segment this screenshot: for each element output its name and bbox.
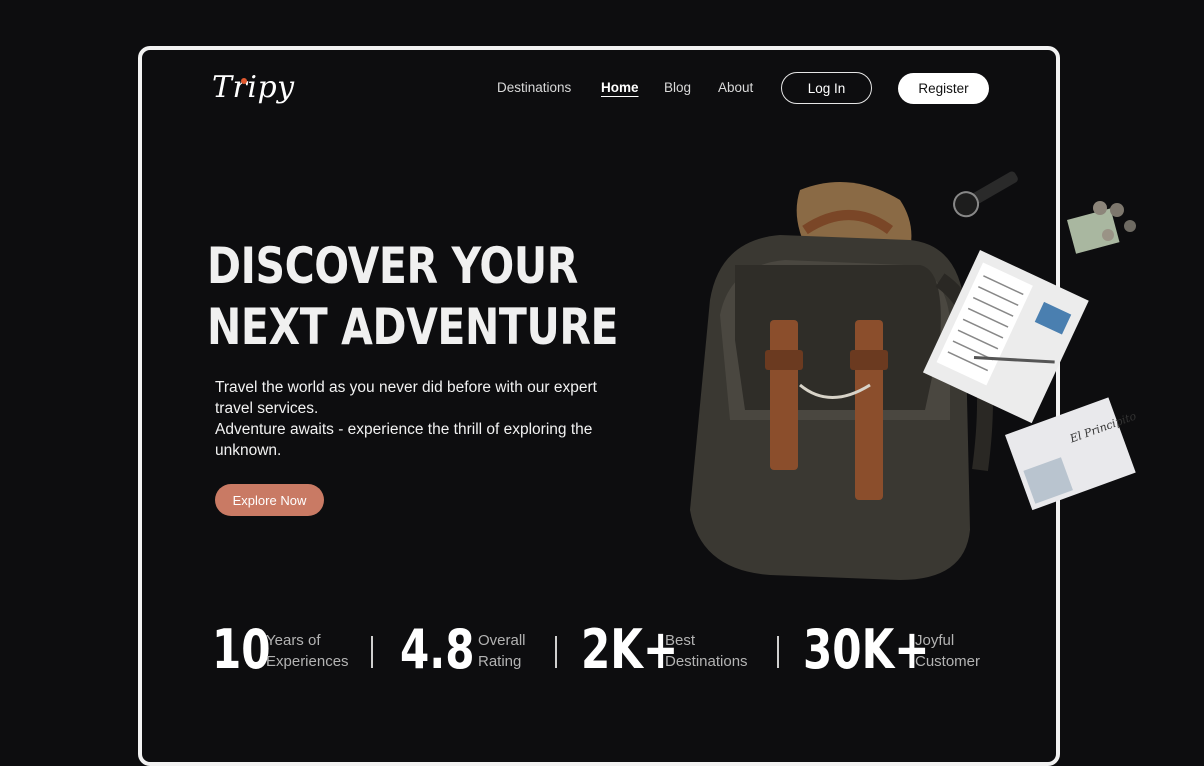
stat-divider (371, 636, 373, 668)
tripy-logo[interactable]: Tripy (212, 70, 295, 105)
stat-destinations-label-line2: Destinations (665, 653, 748, 670)
stat-years-label-line1: Years of (266, 632, 321, 649)
nav-destinations[interactable]: Destinations (497, 80, 571, 95)
stat-rating-value: 4.8 (400, 618, 475, 681)
nav-blog[interactable]: Blog (664, 80, 691, 95)
stat-years-label: Years of Experiences (266, 630, 349, 672)
stat-years-label-line2: Experiences (266, 653, 349, 670)
hero-paragraph-2: Adventure awaits - experience the thrill… (215, 421, 593, 459)
stat-years-value: 10 (212, 618, 271, 681)
nav-about[interactable]: About (718, 80, 753, 95)
login-button[interactable]: Log In (781, 72, 872, 104)
stat-divider (777, 636, 779, 668)
hero-title-line2: NEXT ADVENTURE (207, 298, 619, 356)
explore-now-button[interactable]: Explore Now (215, 484, 324, 516)
stat-customers-label-line1: Joyful (915, 632, 955, 649)
logo-dot-icon (241, 78, 247, 84)
stat-destinations-label-line1: Best (665, 632, 696, 649)
stat-destinations-value: 2K+ (581, 618, 679, 681)
hero-description: Travel the world as you never did before… (215, 377, 615, 461)
hero-paragraph-1: Travel the world as you never did before… (215, 379, 597, 417)
stat-customers-label-line2: Customer (915, 653, 981, 670)
stat-customers-label: Joyful Customer (915, 630, 980, 672)
stat-rating-label-line1: Overall (478, 632, 526, 649)
hero-backpack-image: El Principito (690, 171, 1138, 580)
stat-destinations-label: Best Destinations (665, 630, 748, 672)
stat-customers-value: 30K+ (803, 618, 930, 681)
stat-divider (555, 636, 557, 668)
hero-title-line1: DISCOVER YOUR (207, 237, 578, 295)
nav-home[interactable]: Home (601, 80, 639, 95)
stat-rating-label: Overall Rating (478, 630, 526, 672)
hero-title: DISCOVER YOUR NEXT ADVENTURE (207, 236, 618, 358)
register-button[interactable]: Register (898, 73, 989, 104)
stat-rating-label-line2: Rating (478, 653, 522, 670)
